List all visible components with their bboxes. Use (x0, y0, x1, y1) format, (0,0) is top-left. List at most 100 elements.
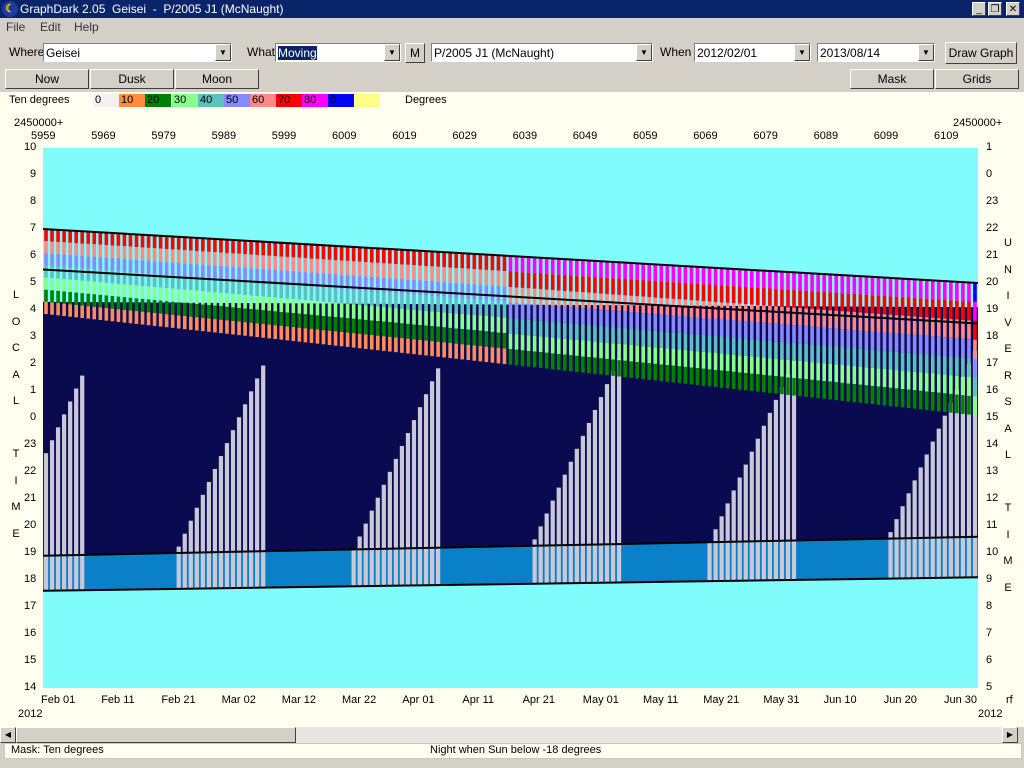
minimize-button[interactable]: _ (972, 2, 986, 16)
altitude-band-bar (188, 263, 193, 278)
twilight-bar (459, 547, 466, 585)
horizontal-scrollbar[interactable]: ◀ ▶ (0, 727, 1018, 743)
altitude-band-bar (792, 325, 796, 343)
altitude-band-bar (780, 306, 784, 325)
altitude-band-bar (279, 284, 284, 299)
altitude-band-bar (351, 304, 356, 319)
moonlight-bar (924, 454, 929, 578)
altitude-band-bar (508, 302, 513, 319)
local-time-tick: 3 (30, 330, 37, 342)
altitude-band-bar (164, 236, 169, 250)
restore-button[interactable]: ❐ (988, 2, 1002, 16)
altitude-band-bar (864, 312, 869, 332)
altitude-band-bar (936, 355, 941, 375)
object-combo[interactable]: P/2005 J1 (McNaught) ▼ (431, 43, 653, 62)
altitude-band-bar (569, 275, 573, 292)
altitude-band-bar (128, 310, 133, 324)
chevron-down-icon[interactable]: ▼ (636, 44, 652, 61)
altitude-band-bar (695, 266, 700, 284)
scroll-right-button[interactable]: ▶ (1002, 727, 1018, 743)
start-date-value: 2012/02/01 (697, 46, 758, 60)
scroll-left-button[interactable]: ◀ (0, 727, 16, 743)
altitude-band-bar (834, 274, 839, 293)
chevron-down-icon[interactable]: ▼ (794, 44, 810, 61)
altitude-band-bar (442, 267, 446, 283)
altitude-band-bar (363, 305, 368, 320)
altitude-band-bar (677, 366, 682, 384)
chevron-down-icon[interactable]: ▼ (215, 44, 231, 61)
altitude-band-bar (786, 342, 790, 360)
start-date-combo[interactable]: 2012/02/01 ▼ (694, 43, 811, 62)
altitude-band-bar (858, 312, 863, 331)
altitude-band-bar (207, 305, 211, 319)
twilight-bar (875, 538, 882, 579)
altitude-band-bar (647, 346, 652, 364)
grids-button[interactable]: Grids (935, 69, 1019, 89)
altitude-band-bar (279, 242, 284, 257)
altitude-band-bar (195, 317, 199, 331)
what-combo[interactable]: Moving ▼ (275, 43, 401, 62)
altitude-band-bar (635, 279, 639, 297)
altitude-band-bar (68, 242, 72, 256)
altitude-band-bar (490, 285, 495, 302)
altitude-band-bar (768, 288, 772, 306)
menu-file[interactable]: File (6, 20, 25, 34)
altitude-band-bar (641, 263, 646, 281)
altitude-band-bar (412, 339, 416, 355)
altitude-band-bar (303, 244, 308, 259)
scroll-thumb[interactable] (16, 727, 296, 743)
altitude-band-bar (152, 261, 157, 275)
altitude-band-bar (569, 339, 573, 356)
close-button[interactable]: ✕ (1006, 2, 1020, 16)
altitude-band-bar (556, 338, 561, 355)
twilight-bar (447, 547, 454, 585)
altitude-band-bar (357, 261, 362, 277)
altitude-band-bar (562, 306, 567, 323)
date-tick-label: Feb 21 (161, 694, 196, 706)
altitude-band-bar (466, 253, 471, 269)
altitude-band-bar (303, 300, 308, 315)
moon-button[interactable]: Moon (175, 69, 259, 89)
draw-graph-button[interactable]: Draw Graph (945, 42, 1017, 64)
altitude-band-bar (430, 266, 434, 282)
chevron-down-icon[interactable]: ▼ (918, 44, 934, 61)
altitude-band-bar (110, 308, 115, 322)
night-bar (85, 302, 92, 555)
altitude-band-bar (50, 290, 54, 303)
where-combo[interactable]: Geisei ▼ (43, 43, 232, 62)
moonlight-bar (586, 422, 592, 583)
altitude-band-bar (315, 244, 320, 259)
jd-tick-label: 6109 (934, 130, 959, 142)
twilight-bar (664, 543, 671, 582)
altitude-band-bar (792, 290, 796, 308)
now-button[interactable]: Now (5, 69, 89, 89)
dusk-button[interactable]: Dusk (90, 69, 174, 89)
end-date-combo[interactable]: 2013/08/14 ▼ (817, 43, 935, 62)
altitude-band-bar (822, 345, 826, 364)
m-button[interactable]: M (405, 43, 425, 63)
ut-time-tick: 1 (986, 141, 993, 153)
twilight-bar (453, 547, 460, 585)
altitude-band-bar (725, 285, 730, 303)
altitude-band-bar (780, 359, 784, 377)
altitude-band-bar (599, 325, 603, 343)
altitude-band-bar (285, 256, 290, 271)
menu-edit[interactable]: Edit (40, 20, 61, 34)
altitude-band-bar (924, 335, 929, 355)
altitude-band-bar (930, 392, 935, 411)
menu-help[interactable]: Help (74, 20, 99, 34)
moonlight-bar (411, 420, 417, 586)
altitude-band-bar (774, 358, 778, 377)
altitude-band-bar (870, 313, 875, 332)
altitude-band-bar (490, 316, 495, 332)
altitude-band-bar (973, 339, 977, 359)
chevron-down-icon[interactable]: ▼ (384, 44, 400, 61)
altitude-band-bar (882, 295, 887, 315)
twilight-bar (622, 543, 629, 583)
moonlight-bar (43, 453, 49, 591)
altitude-band-bar (912, 297, 917, 317)
altitude-band-bar (110, 283, 115, 297)
local-time-axis-letter: E (12, 527, 20, 540)
mask-button[interactable]: Mask (850, 69, 934, 89)
graph-plot[interactable] (43, 148, 978, 688)
